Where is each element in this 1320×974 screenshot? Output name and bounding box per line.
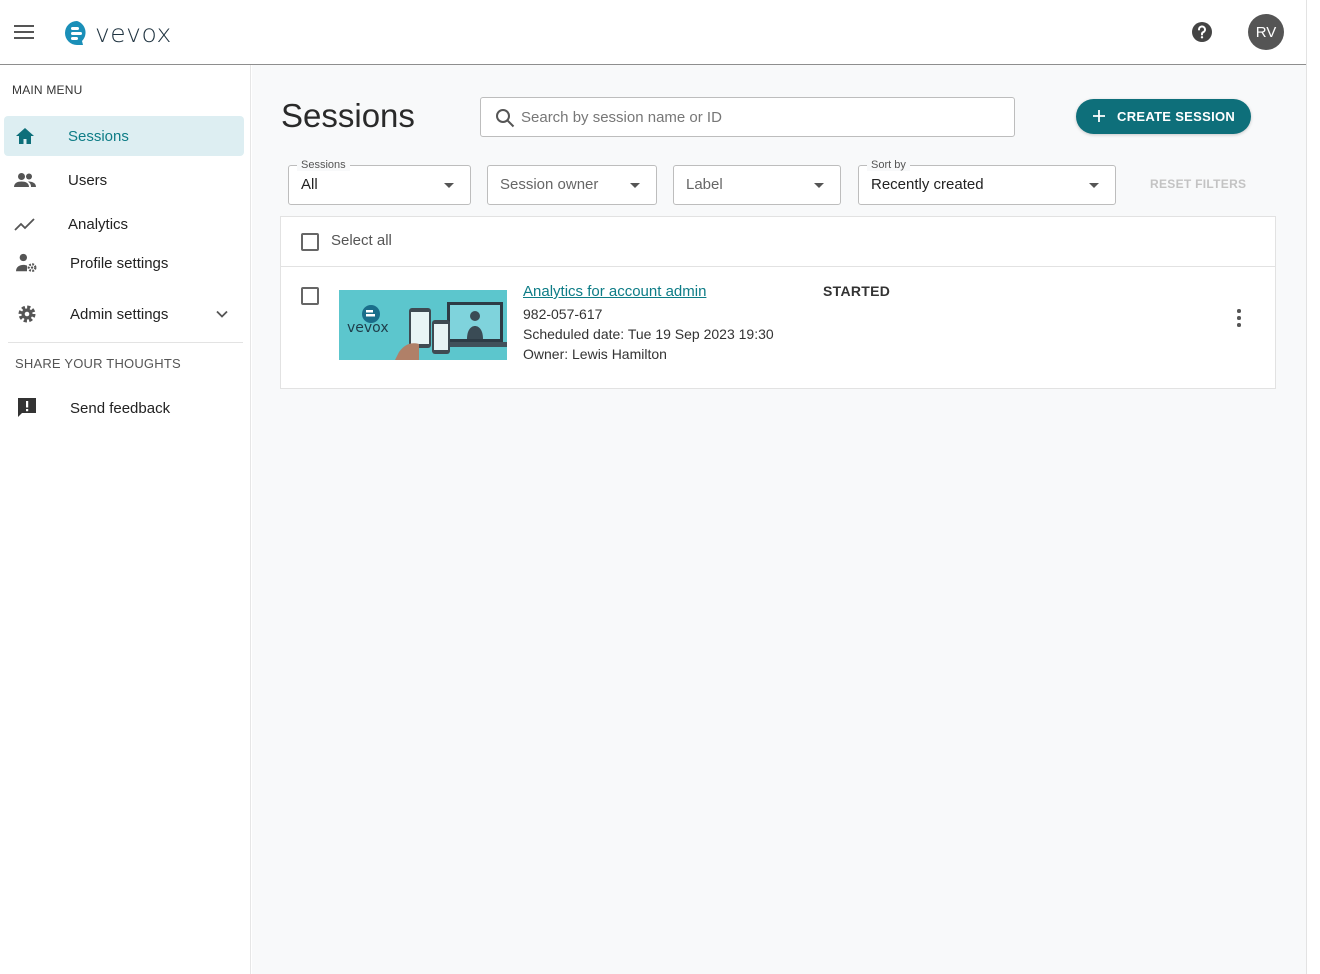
vevox-logo-icon [65,21,86,45]
sidebar-item-label: Admin settings [70,305,169,323]
thumbnail-logo-text: vevox [347,320,389,336]
scrollbar-track [1306,0,1320,974]
session-name-link[interactable]: Analytics for account admin [523,283,706,300]
select-all-checkbox[interactable] [301,233,319,251]
vevox-logo[interactable]: vevox [64,18,172,48]
sidebar-item-label: Send feedback [70,399,171,417]
select-all-label: Select all [331,232,392,249]
create-session-button[interactable]: CREATE SESSION [1076,99,1251,134]
feedback-icon [16,397,38,419]
create-session-label: CREATE SESSION [1117,109,1236,124]
sort-by-label: Sort by [867,159,910,171]
sidebar-item-users[interactable]: Users [4,160,244,200]
logo-text: vevox [95,18,172,48]
label-select[interactable]: Label [673,165,841,205]
reset-filters-button[interactable]: RESET FILTERS [1150,177,1246,191]
label-placeholder: Label [686,176,723,193]
search-input[interactable] [521,98,1001,136]
sessions-list: Select all vevox Analytics for account a… [280,216,1276,389]
page-title: Sessions [281,97,415,134]
hamburger-menu-icon[interactable] [14,25,34,39]
sidebar-item-profile-settings[interactable]: Profile settings [4,243,244,283]
caret-down-icon [1089,183,1099,188]
sidebar-item-sessions[interactable]: Sessions [4,116,244,156]
gear-icon [16,303,38,325]
main-content: Sessions CREATE SESSION Sessions All Ses… [252,65,1306,974]
sidebar-item-label: Sessions [68,127,129,145]
sidebar-item-analytics[interactable]: Analytics [4,204,244,244]
top-bar: vevox RV [0,0,1306,65]
sort-by-value: Recently created [871,176,984,193]
session-row: vevox Analytics for account admin 982-05… [281,268,1275,388]
sidebar-item-label: Analytics [68,215,129,233]
list-header: Select all [281,217,1275,267]
sidebar-item-label: Users [68,171,108,189]
sidebar-item-send-feedback[interactable]: Send feedback [4,388,244,428]
search-icon [496,109,515,128]
sidebar-divider [8,342,243,343]
sessions-filter-label: Sessions [297,159,350,171]
session-owner-placeholder: Session owner [500,176,599,193]
session-checkbox[interactable] [301,287,319,305]
chevron-down-icon[interactable] [214,306,230,322]
home-icon [14,125,36,147]
main-menu-heading: MAIN MENU [12,83,83,97]
more-options-icon[interactable] [1231,308,1247,328]
analytics-icon [14,213,36,235]
sessions-filter-select[interactable]: Sessions All [288,159,471,205]
sidebar-item-admin-settings[interactable]: Admin settings [4,294,244,334]
search-box[interactable] [480,97,1015,137]
session-id: 982-057-617 [523,306,603,322]
sidebar: MAIN MENU Sessions Users Analytics Profi… [0,65,251,974]
sort-by-select[interactable]: Sort by Recently created [858,159,1116,205]
help-icon[interactable] [1191,21,1213,43]
share-thoughts-heading: SHARE YOUR THOUGHTS [15,356,181,371]
caret-down-icon [444,183,454,188]
session-thumbnail: vevox [339,290,507,360]
users-icon [14,169,36,191]
plus-icon [1093,110,1105,122]
caret-down-icon [630,183,640,188]
session-owner-select[interactable]: Session owner [487,165,657,205]
session-scheduled-date: Scheduled date: Tue 19 Sep 2023 19:30 [523,326,774,342]
profile-settings-icon [16,252,38,274]
status-badge: STARTED [823,283,891,299]
sidebar-item-label: Profile settings [70,254,169,272]
caret-down-icon [814,183,824,188]
sessions-filter-value: All [301,176,318,193]
session-owner: Owner: Lewis Hamilton [523,346,667,362]
user-avatar[interactable]: RV [1248,14,1284,50]
